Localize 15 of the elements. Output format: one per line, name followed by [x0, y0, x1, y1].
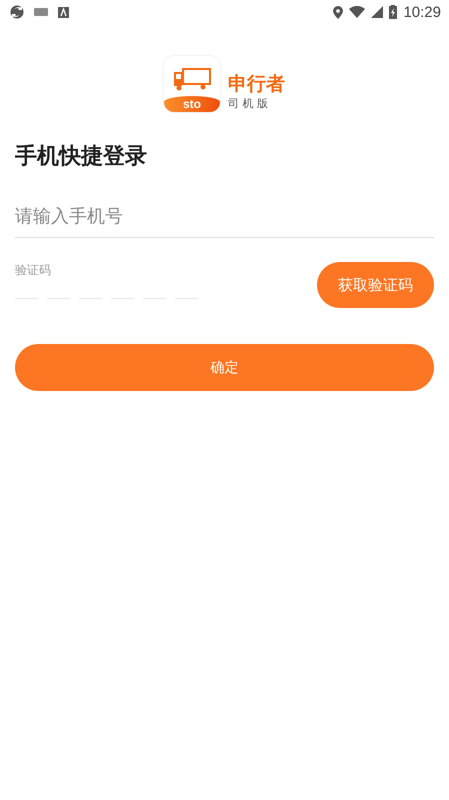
font-icon [58, 6, 69, 18]
brand-subtitle: 司 机 版 [228, 96, 269, 112]
truck-icon [173, 66, 211, 92]
sync-icon [10, 5, 24, 19]
get-code-button[interactable]: 获取验证码 [317, 262, 434, 308]
confirm-button[interactable]: 确定 [15, 344, 434, 391]
page-title: 手机快捷登录 [15, 143, 148, 171]
status-time: 10:29 [403, 4, 441, 20]
brand-name: 申行者 [228, 72, 285, 96]
battery-icon [389, 5, 398, 19]
logo-badge: sto [164, 96, 220, 112]
signal-icon [371, 6, 384, 18]
location-icon [333, 6, 344, 18]
code-label: 验证码 [15, 262, 52, 278]
wifi-icon [349, 6, 366, 18]
